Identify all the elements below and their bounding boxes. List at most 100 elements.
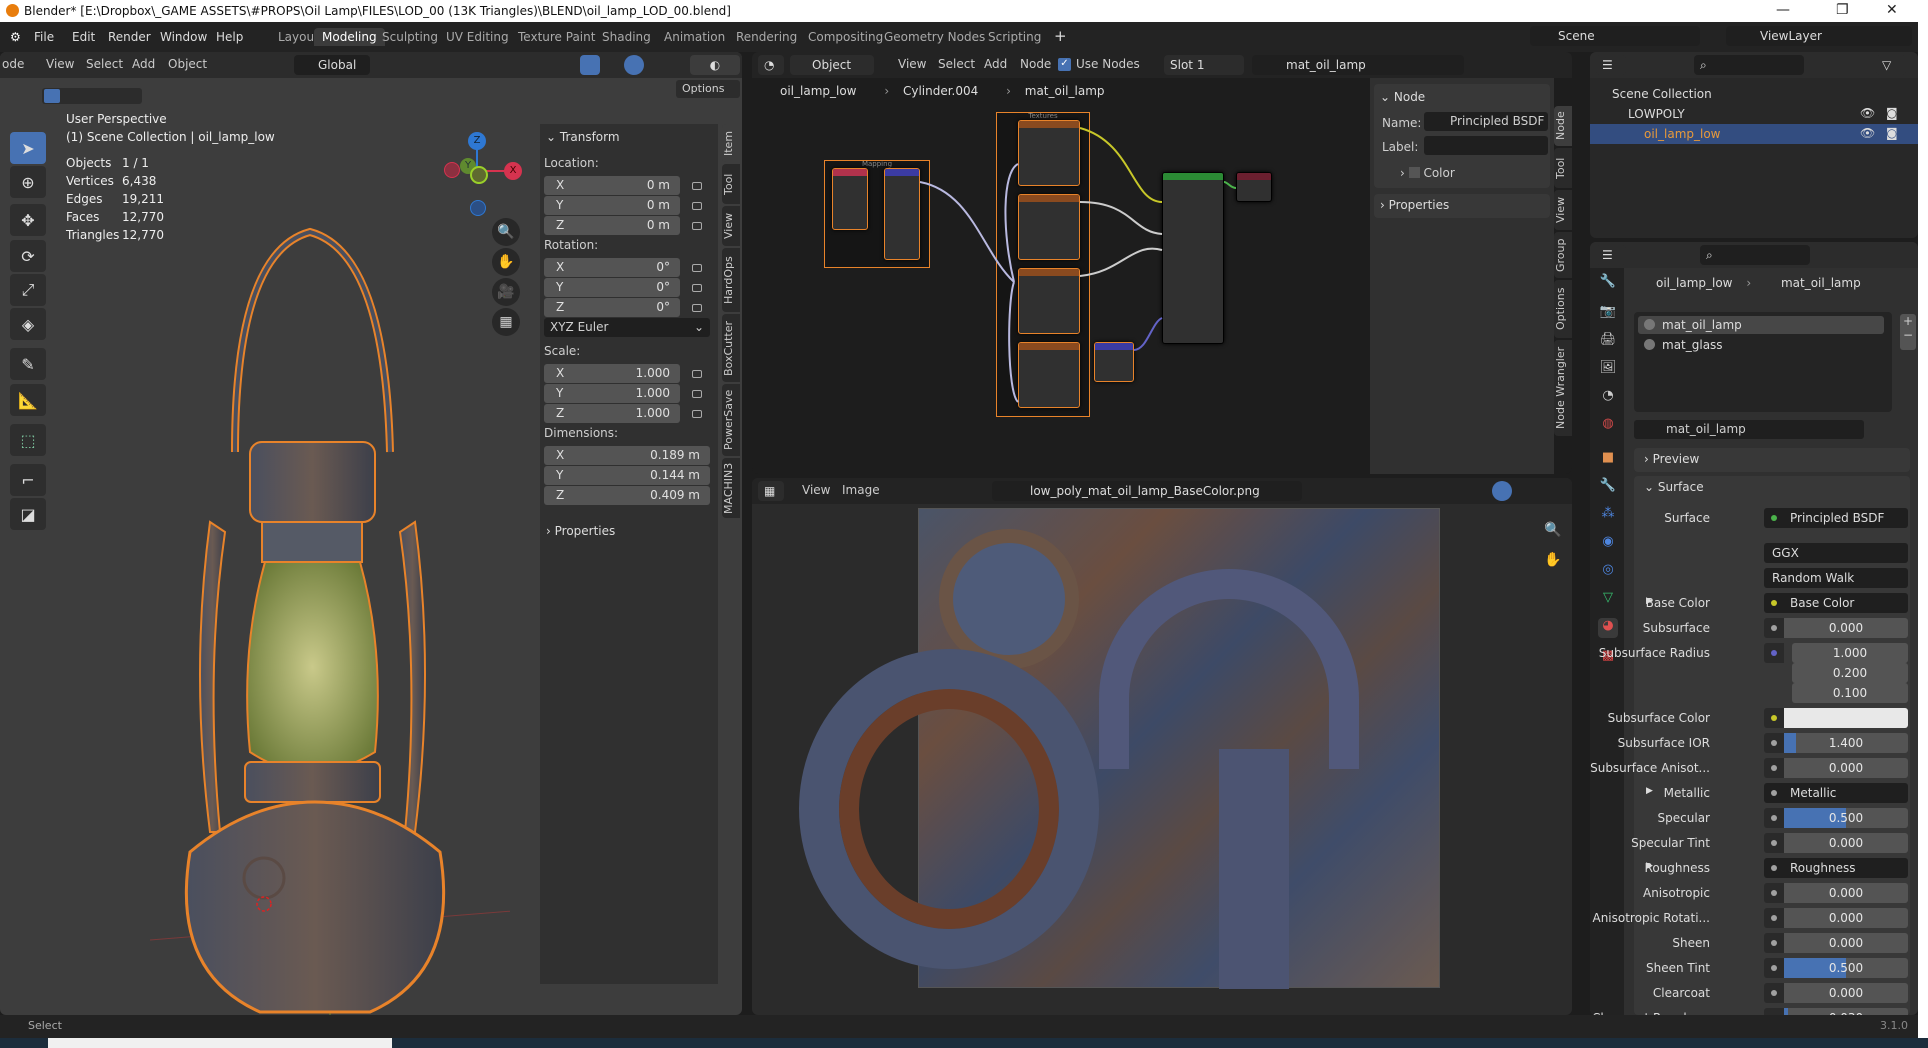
options-dropdown[interactable]: Options xyxy=(676,80,740,98)
sidebar-tab-item[interactable]: Item xyxy=(722,124,740,162)
image-editor-type-button[interactable]: ▦ xyxy=(758,481,784,501)
rotation-z-field[interactable]: Z 0° xyxy=(544,298,680,317)
location-y-field[interactable]: Y0 m xyxy=(544,196,680,215)
subsurface-radius-field[interactable]: 0.200 xyxy=(1792,663,1908,683)
overlay-toggle[interactable] xyxy=(624,55,644,75)
blender-menu-icon[interactable]: ⚙ xyxy=(10,30,21,44)
outliner-item[interactable]: Scene Collection xyxy=(1590,84,1918,104)
scale-x-field[interactable]: X 1.000 xyxy=(544,364,680,383)
image-selector[interactable]: low_poly_mat_oil_lamp_BaseColor.png xyxy=(992,481,1302,501)
shader-node-editor[interactable]: ◔ Object View Select Add Node ✓ Use Node… xyxy=(752,52,1572,474)
gizmo-z-axis[interactable]: Z xyxy=(468,132,486,150)
node-panel-header[interactable]: ⌄ Node xyxy=(1380,90,1425,104)
display-mode-button[interactable]: ☰ xyxy=(1596,55,1626,75)
image-editor[interactable]: ▦ View Image low_poly_mat_oil_lamp_BaseC… xyxy=(752,478,1572,1015)
color-swatch[interactable] xyxy=(1784,708,1908,728)
node-name-field[interactable]: Principled BSDF xyxy=(1424,112,1548,131)
image-menu-view[interactable]: View xyxy=(802,483,830,497)
location-z-field[interactable]: Z0 m xyxy=(544,216,680,235)
surface-shader-field[interactable]: Principled BSDF xyxy=(1764,508,1908,528)
distribution-dropdown[interactable]: GGX xyxy=(1764,543,1908,563)
view-layer-selector[interactable]: ViewLayer xyxy=(1726,26,1912,46)
numeric-slider[interactable]: 0.000 xyxy=(1784,758,1908,778)
select-mode-buttons[interactable] xyxy=(42,88,142,104)
gizmo-toggle[interactable] xyxy=(580,55,600,75)
texture-image-canvas[interactable] xyxy=(799,508,1440,989)
inset-tool[interactable]: ◪ xyxy=(10,498,46,530)
rotation-y-field[interactable]: Y 0° xyxy=(544,278,680,297)
sidebar-tab-machin3[interactable]: MACHIN3 xyxy=(722,458,740,518)
workspace-tab-uv-editing[interactable]: UV Editing xyxy=(438,28,517,46)
oil-lamp-model[interactable] xyxy=(150,192,510,1015)
menu-edit[interactable]: Edit xyxy=(72,30,95,44)
lock-icon[interactable] xyxy=(692,370,702,378)
viewport-menu-add[interactable]: Add xyxy=(132,57,155,71)
linked-input-field[interactable]: Metallic xyxy=(1764,783,1908,803)
node-label-field[interactable] xyxy=(1424,136,1548,155)
workspace-tab-animation[interactable]: Animation xyxy=(656,28,733,46)
view-layer-tab-icon[interactable]: 🖼 xyxy=(1598,360,1618,380)
scale-y-field[interactable]: Y 1.000 xyxy=(544,384,680,403)
node-properties-header[interactable]: › Properties xyxy=(1380,198,1449,212)
scene-selector[interactable]: Scene xyxy=(1530,26,1700,46)
workspace-tab-rendering[interactable]: Rendering xyxy=(728,28,805,46)
sidebar-tab-options[interactable]: Options xyxy=(1554,280,1572,338)
select-new-icon[interactable] xyxy=(44,89,60,103)
lock-icon[interactable] xyxy=(692,410,702,418)
scale-tool[interactable]: ⤢ xyxy=(10,274,46,306)
cursor-tool[interactable]: ⊕ xyxy=(10,166,46,198)
numeric-slider[interactable]: 0.000 xyxy=(1784,618,1908,638)
constraints-tab-icon[interactable]: ◎ xyxy=(1598,562,1618,582)
sidebar-tab-view[interactable]: View xyxy=(722,206,740,246)
scene-tab-icon[interactable]: ◔ xyxy=(1598,388,1618,408)
particles-tab-icon[interactable]: ⁂ xyxy=(1598,506,1618,526)
filter-button[interactable]: ▽ xyxy=(1876,55,1906,75)
tool-tab-icon[interactable]: 🔧 xyxy=(1598,274,1618,294)
render-camera-icon[interactable]: ◙ xyxy=(1886,126,1898,140)
menu-file[interactable]: File xyxy=(34,30,54,44)
sidebar-tab-tool[interactable]: Tool xyxy=(722,164,740,204)
render-camera-icon[interactable]: ◙ xyxy=(1886,106,1898,120)
numeric-slider[interactable]: 0.000 xyxy=(1784,883,1908,903)
material-slot[interactable]: mat_oil_lamp xyxy=(1638,316,1884,334)
dimensions-x-field[interactable]: X 0.189 m xyxy=(544,446,710,465)
object-tab-icon[interactable]: ■ xyxy=(1598,450,1618,470)
add-workspace-button[interactable]: + xyxy=(1054,27,1067,45)
lock-icon[interactable] xyxy=(692,304,702,312)
lock-icon[interactable] xyxy=(692,222,702,230)
physics-tab-icon[interactable]: ◉ xyxy=(1598,534,1618,554)
workspace-tab-sculpting[interactable]: Sculpting xyxy=(374,28,446,46)
scale-z-field[interactable]: Z 1.000 xyxy=(544,404,680,423)
bevel-tool[interactable]: ⌐ xyxy=(10,464,46,496)
annotate-tool[interactable]: ✎ xyxy=(10,348,46,380)
measure-tool[interactable]: 📐 xyxy=(10,384,46,416)
mode-selector[interactable]: ode xyxy=(2,57,24,71)
rotation-x-field[interactable]: X 0° xyxy=(544,258,680,277)
numeric-slider[interactable]: 0.030 xyxy=(1784,1008,1908,1015)
modifier-tab-icon[interactable]: 🔧 xyxy=(1598,478,1618,498)
sidebar-tab-tool[interactable]: Tool xyxy=(1554,148,1572,188)
properties-editor[interactable]: ☰ ⌕ 🔧 📷 🖨 🖼 ◔ ◍ ■ 🔧 ⁂ ◉ ◎ ▽ ◕ ▩ oil_lamp… xyxy=(1590,242,1918,1015)
outliner-search-input[interactable]: ⌕ xyxy=(1694,55,1804,75)
3d-viewport[interactable]: ode View Select Add Object Global ◐ Opti… xyxy=(0,52,742,1015)
menu-window[interactable]: Window xyxy=(160,30,207,44)
workspace-tab-geometry-nodes[interactable]: Geometry Nodes xyxy=(876,28,993,46)
node-color-toggle[interactable]: › Color xyxy=(1400,166,1455,180)
select-box-tool[interactable]: ➤ xyxy=(10,132,46,164)
material-tab-icon[interactable]: ◕ xyxy=(1598,618,1618,638)
surface-panel-header[interactable]: ⌄ Surface xyxy=(1644,480,1704,494)
maximize-button[interactable]: ❐ xyxy=(1836,2,1849,18)
sidebar-tab-hardops[interactable]: HardOps xyxy=(722,248,740,312)
lock-icon[interactable] xyxy=(692,182,702,190)
lock-icon[interactable] xyxy=(692,284,702,292)
lock-icon[interactable] xyxy=(692,264,702,272)
viewport-menu-view[interactable]: View xyxy=(46,57,74,71)
menu-help[interactable]: Help xyxy=(216,30,243,44)
sidebar-tab-powersave[interactable]: PowerSave xyxy=(722,384,740,456)
output-tab-icon[interactable]: 🖨 xyxy=(1598,332,1618,352)
sidebar-tab-boxcutter[interactable]: BoxCutter xyxy=(722,314,740,382)
outliner-item[interactable]: oil_lamp_low 👁 ◙ xyxy=(1590,124,1918,144)
linked-input-field[interactable]: Base Color xyxy=(1764,593,1908,613)
properties-editor-type[interactable]: ☰ xyxy=(1596,245,1626,265)
data-tab-icon[interactable]: ▽ xyxy=(1598,590,1618,610)
